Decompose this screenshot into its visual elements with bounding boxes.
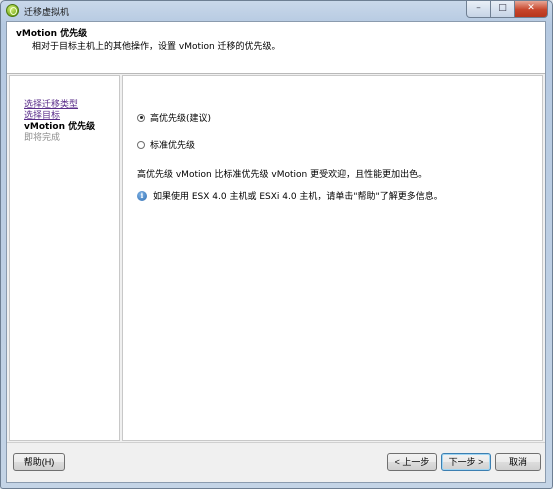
wizard-header: vMotion 优先级 相对于目标主机上的其他操作，设置 vMotion 迁移的… (7, 22, 545, 74)
info-icon: i (137, 190, 147, 201)
close-button[interactable]: ✕ (514, 1, 548, 18)
radio-high-priority-label[interactable]: 高优先级(建议) (150, 111, 211, 124)
step-select-migration-type[interactable]: 选择迁移类型 (24, 100, 78, 110)
content-panel: 高优先级(建议) 标准优先级 高优先级 vMotion 比标准优先级 vMoti… (122, 75, 543, 441)
minimize-button[interactable]: – (466, 1, 491, 18)
page-title: vMotion 优先级 (16, 29, 88, 39)
radio-high-priority-indicator[interactable] (137, 113, 145, 122)
page-subtitle: 相对于目标主机上的其他操作，设置 vMotion 迁移的优先级。 (32, 42, 281, 52)
step-list: 选择迁移类型 选择目标 vMotion 优先级 即将完成 (9, 75, 120, 441)
info-text: 如果使用 ESX 4.0 主机或 ESXi 4.0 主机，请单击"帮助"了解更多… (153, 192, 443, 202)
priority-description: 高优先级 vMotion 比标准优先级 vMotion 更受欢迎，且性能更加出色… (137, 170, 428, 180)
radio-standard-priority[interactable]: 标准优先级 (137, 138, 195, 151)
step-ready-to-complete: 即将完成 (24, 133, 61, 143)
radio-high-priority[interactable]: 高优先级(建议) (137, 111, 211, 124)
window-title: 迁移虚拟机 (24, 8, 70, 18)
wizard-footer: 帮助(H) < 上一步 下一步 > 取消 (7, 442, 545, 483)
back-button[interactable]: < 上一步 (387, 453, 437, 471)
app-icon (6, 4, 19, 17)
next-button[interactable]: 下一步 > (441, 453, 491, 471)
radio-standard-priority-label[interactable]: 标准优先级 (150, 138, 195, 151)
info-message: i 如果使用 ESX 4.0 主机或 ESXi 4.0 主机，请单击"帮助"了解… (137, 189, 443, 202)
maximize-button[interactable]: □ (490, 1, 515, 18)
step-select-destination[interactable]: 选择目标 (24, 111, 60, 121)
wizard-body: 选择迁移类型 选择目标 vMotion 优先级 即将完成 高优先级(建议) 标准… (7, 73, 545, 442)
wizard-client: vMotion 优先级 相对于目标主机上的其他操作，设置 vMotion 迁移的… (6, 21, 546, 483)
radio-standard-priority-indicator[interactable] (137, 140, 145, 149)
migrate-vm-window: 迁移虚拟机 – □ ✕ vMotion 优先级 相对于目标主机上的其他操作，设置… (0, 0, 553, 489)
title-bar[interactable]: 迁移虚拟机 – □ ✕ (1, 1, 552, 21)
step-vmotion-priority: vMotion 优先级 (24, 122, 96, 132)
help-button[interactable]: 帮助(H) (13, 453, 65, 471)
cancel-button[interactable]: 取消 (495, 453, 541, 471)
